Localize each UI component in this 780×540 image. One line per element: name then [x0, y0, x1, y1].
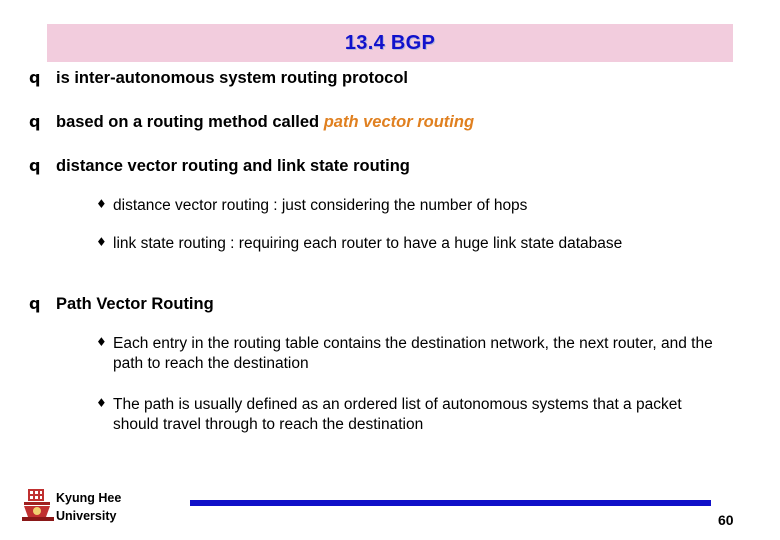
bullet-row: q Path Vector Routing — [0, 294, 780, 315]
bullet-text-emphasis: path vector routing — [323, 113, 475, 131]
bullet-row: ♦ link state routing : requiring each ro… — [0, 234, 780, 254]
bullet-marker-diamond-icon: ♦ — [96, 396, 107, 410]
footer-org-line2: University — [56, 509, 117, 524]
bullet-row: q based on a routing method called path … — [0, 112, 780, 133]
bullet-row: ♦ The path is usually defined as an orde… — [0, 395, 780, 435]
bullet-marker-q-icon: q — [29, 68, 41, 87]
bullet-text: link state routing : requiring each rout… — [113, 235, 623, 252]
bullet-text: distance vector routing and link state r… — [56, 157, 410, 175]
bullet-text: The path is usually defined as an ordere… — [113, 396, 682, 433]
footer-org-line1: Kyung Hee — [56, 491, 122, 505]
page-title: 13.4 BGP — [344, 32, 436, 54]
footer-divider — [190, 500, 711, 506]
bullet-level1: q based on a routing method called path … — [0, 112, 780, 133]
bullet-level2: ♦ distance vector routing : just conside… — [0, 196, 780, 216]
bullet-marker-diamond-icon: ♦ — [96, 235, 107, 249]
bullet-row: q is inter-autonomous system routing pro… — [0, 68, 780, 89]
bullet-text: Path Vector Routing — [56, 295, 214, 313]
bullet-level2: ♦ link state routing : requiring each ro… — [0, 234, 780, 254]
bullet-marker-q-icon: q — [29, 156, 41, 175]
bullet-level1: q is inter-autonomous system routing pro… — [0, 68, 780, 89]
bullet-level1: q distance vector routing and link state… — [0, 156, 780, 177]
bullet-marker-q-icon: q — [29, 294, 41, 313]
bullet-text: Each entry in the routing table contains… — [113, 335, 713, 372]
bullet-marker-diamond-icon: ♦ — [96, 197, 107, 211]
slide: 13.4 BGP q is inter-autonomous system ro… — [0, 0, 780, 540]
university-logo-icon — [22, 487, 56, 523]
bullet-row: ♦ distance vector routing : just conside… — [0, 196, 780, 216]
bullet-marker-diamond-icon: ♦ — [96, 335, 107, 349]
bullet-level2: ♦ Each entry in the routing table contai… — [0, 334, 780, 374]
footer-org-name: Kyung Hee University — [56, 489, 121, 525]
bullet-marker-q-icon: q — [29, 112, 41, 131]
slide-title-bar: 13.4 BGP — [47, 24, 733, 62]
bullet-level1: q Path Vector Routing — [0, 294, 780, 315]
bullet-row: q distance vector routing and link state… — [0, 156, 780, 177]
bullet-text: is inter-autonomous system routing proto… — [56, 69, 409, 87]
bullet-row: ♦ Each entry in the routing table contai… — [0, 334, 780, 374]
bullet-text: based on a routing method called — [56, 113, 324, 131]
page-number: 60 — [718, 512, 734, 528]
bullet-text: distance vector routing : just consideri… — [113, 197, 528, 214]
bullet-level2: ♦ The path is usually defined as an orde… — [0, 395, 780, 435]
